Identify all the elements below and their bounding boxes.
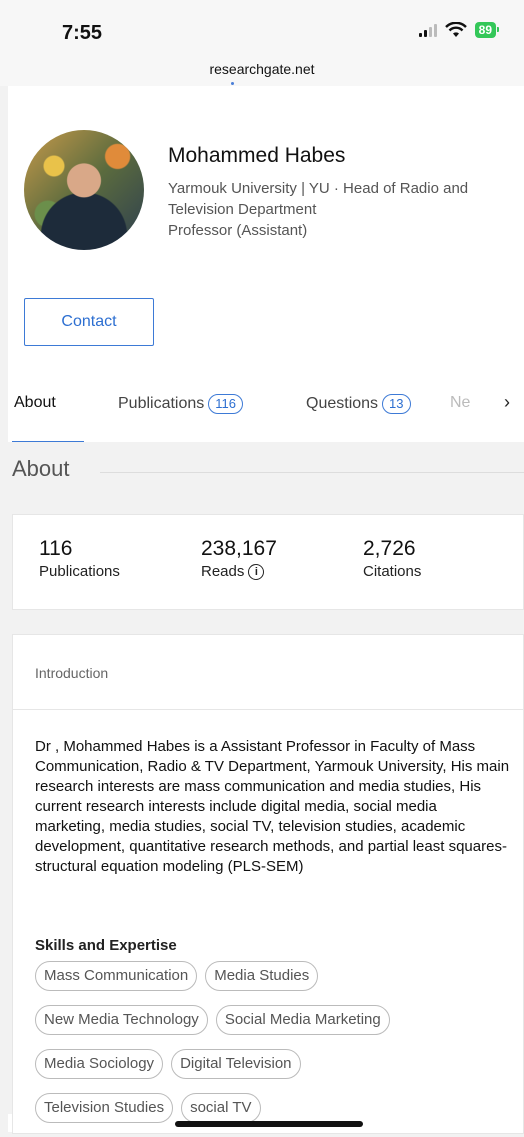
wifi-icon: [444, 22, 467, 37]
profile-position: Professor (Assistant): [168, 222, 308, 239]
cellular-signal-icon: [418, 23, 437, 37]
address-bar-url[interactable]: researchgate.net: [0, 61, 524, 77]
stat-label: Reads: [201, 563, 245, 580]
chevron-right-icon[interactable]: ›: [504, 392, 510, 413]
skills-list: Mass Communication Media Studies New Med…: [35, 961, 515, 1137]
tab-label: Questions: [306, 395, 379, 412]
skill-tag[interactable]: Social Media Marketing: [215, 1005, 390, 1035]
skill-tag[interactable]: Mass Communication: [35, 961, 198, 991]
profile-tabs: About Publications 116 Questions 13 Ne ›: [8, 382, 524, 443]
home-indicator[interactable]: [175, 1121, 363, 1127]
status-icons: 89: [418, 22, 500, 38]
contact-button[interactable]: Contact: [24, 298, 154, 346]
tab-about[interactable]: About: [14, 394, 56, 412]
status-time: 7:55: [62, 22, 103, 44]
avatar[interactable]: [24, 130, 144, 250]
info-icon[interactable]: i: [248, 563, 265, 580]
skill-tag[interactable]: social TV: [181, 1093, 261, 1123]
stat-citations[interactable]: 2,726 Citations: [363, 537, 421, 580]
count-badge: 116: [208, 394, 244, 414]
stat-label: Publications: [39, 563, 120, 580]
tab-network[interactable]: Ne: [450, 394, 470, 412]
tab-questions[interactable]: Questions 13: [306, 394, 411, 414]
section-title: About: [12, 456, 70, 481]
profile-name: Mohammed Habes: [168, 144, 346, 167]
status-bar: 7:55 89 researchgate.net: [0, 0, 524, 86]
profile-affiliation: Yarmouk University | YU · Head of Radio …: [168, 178, 518, 241]
divider: [13, 709, 524, 710]
affiliation-line[interactable]: Yarmouk University | YU · Head of Radio …: [168, 178, 518, 199]
about-section: About 116 Publications 238,167 Reads i 2…: [8, 442, 524, 1134]
skill-tag[interactable]: Media Sociology: [35, 1049, 164, 1079]
stat-value: 2,726: [363, 537, 416, 560]
battery-icon: 89: [474, 22, 500, 38]
stat-reads[interactable]: 238,167 Reads i: [201, 537, 277, 580]
tab-publications[interactable]: Publications 116: [118, 394, 244, 414]
introduction-heading: Introduction: [35, 665, 109, 681]
stats-card: 116 Publications 238,167 Reads i 2,726 C…: [12, 514, 524, 610]
skill-tag[interactable]: Media Studies: [205, 961, 319, 991]
stat-label: Citations: [363, 563, 422, 580]
count-badge: 13: [382, 394, 411, 414]
divider: [100, 472, 524, 473]
stat-value: 238,167: [201, 537, 277, 560]
skill-tag[interactable]: Digital Television: [171, 1049, 301, 1079]
loading-indicator: [231, 82, 234, 85]
profile-page: Mohammed Habes Yarmouk University | YU ·…: [8, 86, 524, 1134]
skills-title: Skills and Expertise: [35, 937, 177, 954]
tab-label: About: [14, 394, 56, 411]
stat-publications[interactable]: 116 Publications: [39, 537, 120, 580]
introduction-card: Introduction Dr , Mohammed Habes is a As…: [12, 634, 524, 1134]
tab-label: Publications: [118, 395, 205, 412]
affiliation-line[interactable]: Television Department: [168, 199, 518, 220]
skill-tag[interactable]: Television Studies: [35, 1093, 174, 1123]
introduction-text: Dr , Mohammed Habes is a Assistant Profe…: [35, 738, 510, 875]
skill-tag[interactable]: New Media Technology: [35, 1005, 208, 1035]
stat-value: 116: [39, 537, 73, 560]
